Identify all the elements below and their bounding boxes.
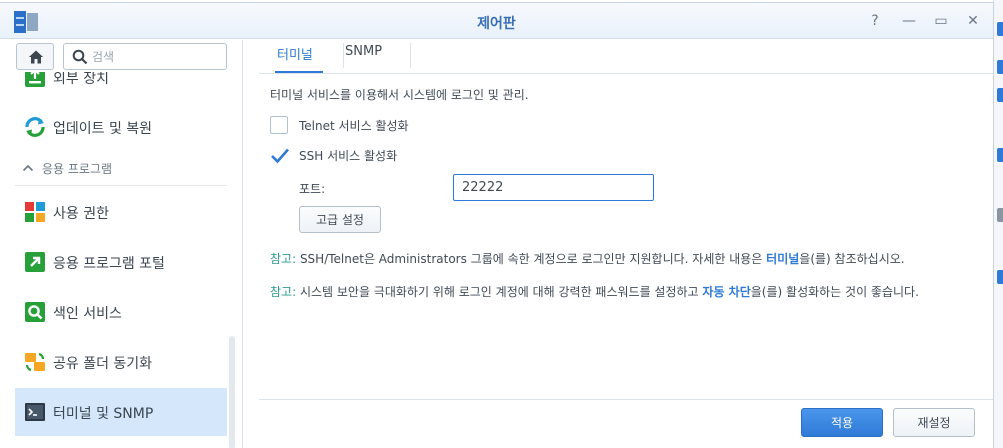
apply-button[interactable]: 적용 (801, 408, 883, 437)
window-title: 제어판 (477, 16, 516, 32)
tab-divider (259, 73, 993, 74)
search-icon (72, 49, 88, 65)
chevron-up-icon (22, 162, 34, 176)
indexing-service-icon (23, 300, 47, 324)
application-portal-icon (23, 250, 47, 274)
advanced-settings-button[interactable]: 고급 설정 (299, 206, 381, 233)
terminal-help-link[interactable]: 터미널 (766, 252, 799, 266)
terminal-description: 터미널 서비스를 이용해서 시스템에 로그인 및 관리. (270, 88, 529, 102)
telnet-label: Telnet 서비스 활성화 (299, 119, 409, 133)
note-key: 참고: (270, 285, 297, 299)
desktop-widget-marker (997, 22, 1003, 36)
sidebar-item-label: 공유 폴더 동기화 (53, 356, 153, 372)
sidebar-divider (15, 185, 227, 186)
desktop-widget-marker (997, 88, 1003, 102)
maximize-button[interactable]: ▭ (930, 11, 952, 31)
tab-separator (343, 43, 344, 68)
footer-divider (259, 399, 993, 400)
privileges-icon (23, 200, 47, 224)
sidebar-item-update-restore[interactable]: 업데이트 및 복원 (15, 103, 227, 151)
sidebar-item-label: 사용 권한 (53, 206, 109, 222)
ssh-label: SSH 서비스 활성화 (299, 149, 398, 163)
terminal-icon (23, 400, 47, 424)
section-label: 응용 프로그램 (42, 162, 113, 176)
sidebar-item-indexing-service[interactable]: 색인 서비스 (15, 288, 227, 336)
update-restore-icon (23, 115, 47, 139)
note-key: 참고: (270, 252, 297, 266)
control-panel-window: 제어판 ? — ▭ ✕ 외부 장치 업데이트 및 복원 (0, 2, 994, 448)
port-label: 포트: (299, 182, 326, 196)
sidebar-scrollbar[interactable] (229, 336, 235, 448)
note-text: 을(를) 활성화하는 것이 좋습니다. (750, 285, 919, 299)
close-button[interactable]: ✕ (962, 11, 984, 31)
note-text: 을(를) 참조하십시오. (799, 252, 905, 266)
reset-button[interactable]: 재설정 (893, 408, 975, 437)
sidebar-item-label: 터미널 및 SNMP (53, 406, 154, 422)
note-security: 참고: 시스템 보안을 극대화하기 위해 로그인 계정에 대해 강력한 패스워드… (270, 282, 970, 303)
desktop-widget-marker (997, 60, 1003, 74)
ssh-option[interactable]: SSH 서비스 활성화 (270, 144, 470, 166)
sidebar-item-label: 색인 서비스 (53, 306, 122, 322)
search-box[interactable] (63, 43, 227, 70)
shared-folder-sync-icon (23, 350, 47, 374)
sidebar: 외부 장치 업데이트 및 복원 응용 프로그램 (0, 40, 243, 448)
auto-block-link[interactable]: 자동 차단 (702, 285, 750, 299)
telnet-option[interactable]: Telnet 서비스 활성화 (270, 114, 470, 136)
port-input[interactable] (453, 174, 654, 201)
sidebar-section-applications[interactable]: 응용 프로그램 (22, 160, 112, 177)
tab-snmp[interactable]: SNMP (345, 44, 382, 68)
title-bar[interactable]: 제어판 ? — ▭ ✕ (0, 3, 993, 39)
note-ssh-telnet: 참고: SSH/Telnet은 Administrators 그룹에 속한 계정… (270, 249, 970, 270)
note-text: 시스템 보안을 극대화하기 위해 로그인 계정에 대해 강력한 패스워드를 설정… (296, 285, 703, 299)
main-panel: 터미널 SNMP 터미널 서비스를 이용해서 시스템에 로그인 및 관리. Te… (244, 40, 993, 448)
desktop-widget-marker (997, 270, 1003, 284)
sidebar-item-shared-folder-sync[interactable]: 공유 폴더 동기화 (15, 338, 227, 386)
sidebar-item-label: 응용 프로그램 포털 (53, 256, 165, 272)
home-button[interactable] (16, 43, 54, 70)
ssh-checkbox[interactable] (270, 146, 289, 164)
desktop-widget-marker (997, 208, 1003, 222)
telnet-checkbox[interactable] (270, 116, 288, 134)
tab-terminal[interactable]: 터미널 (277, 44, 313, 68)
desktop-widget-marker (997, 148, 1003, 162)
search-input[interactable] (92, 47, 222, 66)
checkmark-icon (271, 148, 289, 164)
sidebar-item-application-portal[interactable]: 응용 프로그램 포털 (15, 238, 227, 286)
sidebar-item-terminal-snmp[interactable]: 터미널 및 SNMP (15, 388, 227, 436)
note-text: SSH/Telnet은 Administrators 그룹에 속한 계정으로 로… (296, 252, 767, 266)
sidebar-item-label: 업데이트 및 복원 (53, 121, 153, 137)
home-icon (29, 50, 43, 64)
sidebar-search-row (0, 40, 242, 72)
sidebar-item-privileges[interactable]: 사용 권한 (15, 188, 227, 236)
tab-separator (410, 43, 411, 68)
help-button[interactable]: ? (864, 11, 886, 31)
minimize-button[interactable]: — (898, 11, 920, 31)
